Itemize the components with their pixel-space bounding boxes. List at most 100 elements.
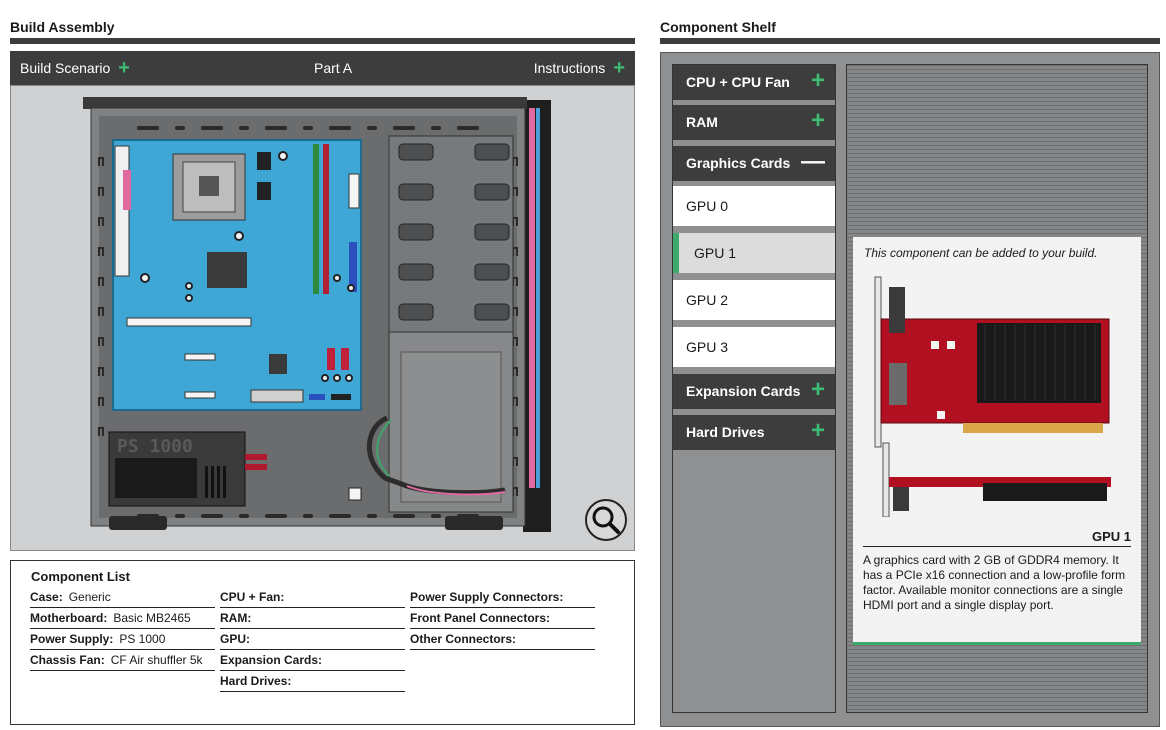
gpu-side-bracket <box>882 442 890 517</box>
displayport-connector <box>889 287 905 333</box>
addable-note: This component can be added to your buil… <box>864 246 1098 260</box>
chipset <box>207 252 247 288</box>
hdmi-connector <box>889 363 907 405</box>
component-row-psu-connectors: Power Supply Connectors: <box>410 587 595 608</box>
instructions-label: Instructions <box>533 60 606 76</box>
instructions-button[interactable]: Instructions + <box>533 58 625 78</box>
computer-case-diagram: PS 1000 <box>83 97 551 532</box>
pcie-slot <box>126 317 252 327</box>
plus-icon[interactable]: + <box>118 58 130 78</box>
component-row-expansion-cards: Expansion Cards: <box>220 650 405 671</box>
audio-port <box>123 170 131 210</box>
gpu-heatsink <box>977 323 1101 403</box>
vrm-chip <box>257 182 271 200</box>
gpu-item-0[interactable]: GPU 0 <box>673 186 835 226</box>
category-label: Hard Drives <box>686 424 765 440</box>
component-detail-card[interactable]: This component can be added to your buil… <box>853 237 1141 645</box>
component-row-cpu-fan: CPU + Fan: <box>220 587 405 608</box>
gpu-side-heatsink <box>983 483 1107 501</box>
component-list-column: Power Supply Connectors: Front Panel Con… <box>410 587 595 650</box>
build-scenario-button[interactable]: Build Scenario + <box>20 58 130 78</box>
component-label: Expansion Cards: <box>220 653 323 667</box>
plus-icon[interactable]: + <box>811 109 825 133</box>
ram-slot <box>313 144 319 294</box>
psu-label: PS 1000 <box>117 436 193 457</box>
atx-power-connector <box>348 173 360 209</box>
part-label: Part A <box>314 60 353 76</box>
component-detail-area: This component can be added to your buil… <box>846 64 1148 713</box>
component-row-chassis-fan: Chassis Fan: CF Air shuffler 5k <box>30 650 215 671</box>
case-foot <box>109 516 167 530</box>
component-label: RAM: <box>220 611 252 625</box>
build-scenario-label: Build Scenario <box>20 60 111 76</box>
component-row-motherboard: Motherboard: Basic MB2465 <box>30 608 215 629</box>
assembly-canvas: PS 1000 <box>10 85 635 551</box>
component-label: Case: <box>30 590 63 604</box>
component-description: A graphics card with 2 GB of GDDR4 memor… <box>863 553 1126 612</box>
sata-port <box>341 348 349 370</box>
component-shelf-title: Component Shelf <box>660 19 776 35</box>
vrm-chip <box>257 152 271 170</box>
build-assembly-title: Build Assembly <box>10 19 115 35</box>
pci-slot <box>184 391 216 399</box>
zoom-button[interactable] <box>585 499 627 541</box>
component-label: Hard Drives: <box>220 674 292 688</box>
category-expansion-cards[interactable]: Expansion Cards + <box>673 374 835 409</box>
category-label: Graphics Cards <box>686 155 791 171</box>
component-value: PS 1000 <box>119 632 166 646</box>
shelf-category-menu: CPU + CPU Fan + RAM + Graphics Cards — G… <box>672 64 836 713</box>
plus-icon[interactable]: + <box>811 69 825 93</box>
component-row-other-connectors: Other Connectors: <box>410 629 595 650</box>
plus-icon[interactable]: + <box>811 378 825 402</box>
gpu-side-connector <box>893 487 909 511</box>
component-value: Basic MB2465 <box>113 611 191 625</box>
category-label: RAM <box>686 114 718 130</box>
component-list-column: Case: Generic Motherboard: Basic MB2465 Po… <box>30 587 215 671</box>
component-list-panel: Component List Case: Generic Motherboard:… <box>10 560 635 725</box>
io-shield <box>114 145 130 277</box>
component-label: Power Supply Connectors: <box>410 590 564 604</box>
plus-icon[interactable]: + <box>811 419 825 443</box>
component-shelf-rule <box>660 38 1160 44</box>
pcie-gold-fingers <box>963 423 1103 433</box>
category-graphics-cards[interactable]: Graphics Cards — <box>673 146 835 181</box>
ide-header <box>250 389 304 403</box>
assembly-toolbar: Build Scenario + Part A Instructions + <box>10 51 635 85</box>
component-row-hard-drives: Hard Drives: <box>220 671 405 692</box>
cpu-socket-core <box>199 176 219 196</box>
component-label: Power Supply: <box>30 632 114 646</box>
magnifier-icon <box>592 506 620 534</box>
component-label: GPU: <box>220 632 250 646</box>
case-pink-trim <box>529 108 535 488</box>
component-row-gpu: GPU: <box>220 629 405 650</box>
front-panel-header <box>331 394 351 400</box>
component-value: Generic <box>68 590 111 604</box>
category-label: Expansion Cards <box>686 383 801 399</box>
category-hard-drives[interactable]: Hard Drives + <box>673 415 835 450</box>
category-label: CPU + CPU Fan <box>686 74 790 90</box>
case-top <box>83 97 527 109</box>
small-chip <box>269 354 287 374</box>
category-cpu-fan[interactable]: CPU + CPU Fan + <box>673 65 835 100</box>
component-row-power-supply: Power Supply: PS 1000 <box>30 629 215 650</box>
ram-slot <box>323 144 329 294</box>
component-shelf: CPU + CPU Fan + RAM + Graphics Cards — G… <box>660 52 1160 727</box>
category-ram[interactable]: RAM + <box>673 105 835 140</box>
component-label: Other Connectors: <box>410 632 517 646</box>
plus-icon[interactable]: + <box>613 58 625 78</box>
component-list-heading: Component List <box>31 569 130 584</box>
component-list-column: CPU + Fan: RAM: GPU: Expansion Cards: Ha… <box>220 587 405 692</box>
pci-slot <box>184 353 216 361</box>
minus-icon[interactable]: — <box>801 150 825 174</box>
gpu-illustration <box>874 276 1111 517</box>
gpu-item-1[interactable]: GPU 1 <box>673 233 835 273</box>
gpu-item-2[interactable]: GPU 2 <box>673 280 835 320</box>
component-value: CF Air shuffler 5k <box>110 653 203 667</box>
build-assembly-rule <box>10 38 635 44</box>
component-row-ram: RAM: <box>220 608 405 629</box>
component-label: Front Panel Connectors: <box>410 611 551 625</box>
cable-connector <box>348 487 362 501</box>
gpu-item-3[interactable]: GPU 3 <box>673 327 835 367</box>
case-blue-trim <box>536 108 540 488</box>
gpu-bracket <box>874 276 882 448</box>
